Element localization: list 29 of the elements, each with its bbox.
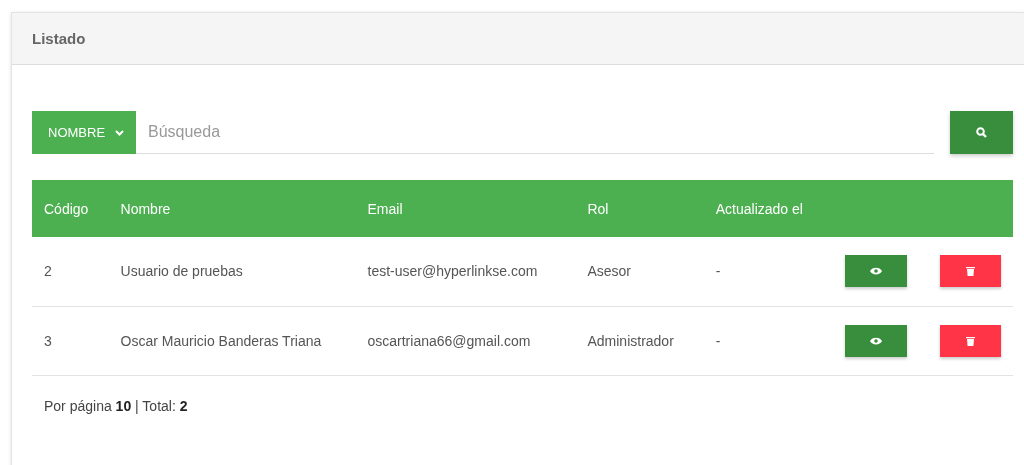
table-cell: 3 — [32, 306, 109, 375]
table-cell: 2 — [32, 237, 109, 306]
column-header: Rol — [575, 180, 704, 237]
pagination-summary: Por página 10 | Total: 2 — [44, 397, 189, 414]
table-cell: Asesor — [575, 237, 704, 306]
trash-icon — [966, 266, 976, 277]
table-cell: - — [703, 306, 833, 375]
search-button[interactable] — [950, 111, 1013, 154]
table-cell: oscartriana66@gmail.com — [355, 306, 576, 375]
table-cell: test-user@hyperlinkse.com — [355, 237, 576, 306]
filter-dropdown[interactable]: NOMBRE — [32, 111, 136, 154]
view-button[interactable] — [844, 324, 907, 357]
delete-button[interactable] — [940, 324, 1002, 357]
column-header: Código — [32, 180, 109, 237]
trash-icon — [966, 335, 976, 346]
column-header: Email — [355, 180, 576, 237]
table-cell: Usuario de pruebas — [108, 237, 356, 306]
chevron-down-icon — [115, 129, 125, 136]
table-cell: - — [703, 237, 833, 306]
eye-icon — [869, 336, 882, 345]
delete-button[interactable] — [940, 255, 1002, 288]
panel-title: Listado — [32, 30, 86, 47]
column-header: Nombre — [108, 180, 356, 237]
eye-icon — [869, 267, 882, 276]
search-icon — [976, 127, 987, 138]
column-header: Actualizado el — [703, 180, 833, 237]
view-button[interactable] — [844, 255, 907, 288]
table-cell: Oscar Mauricio Banderas Triana — [108, 306, 356, 375]
table-cell: Administrador — [575, 306, 704, 375]
